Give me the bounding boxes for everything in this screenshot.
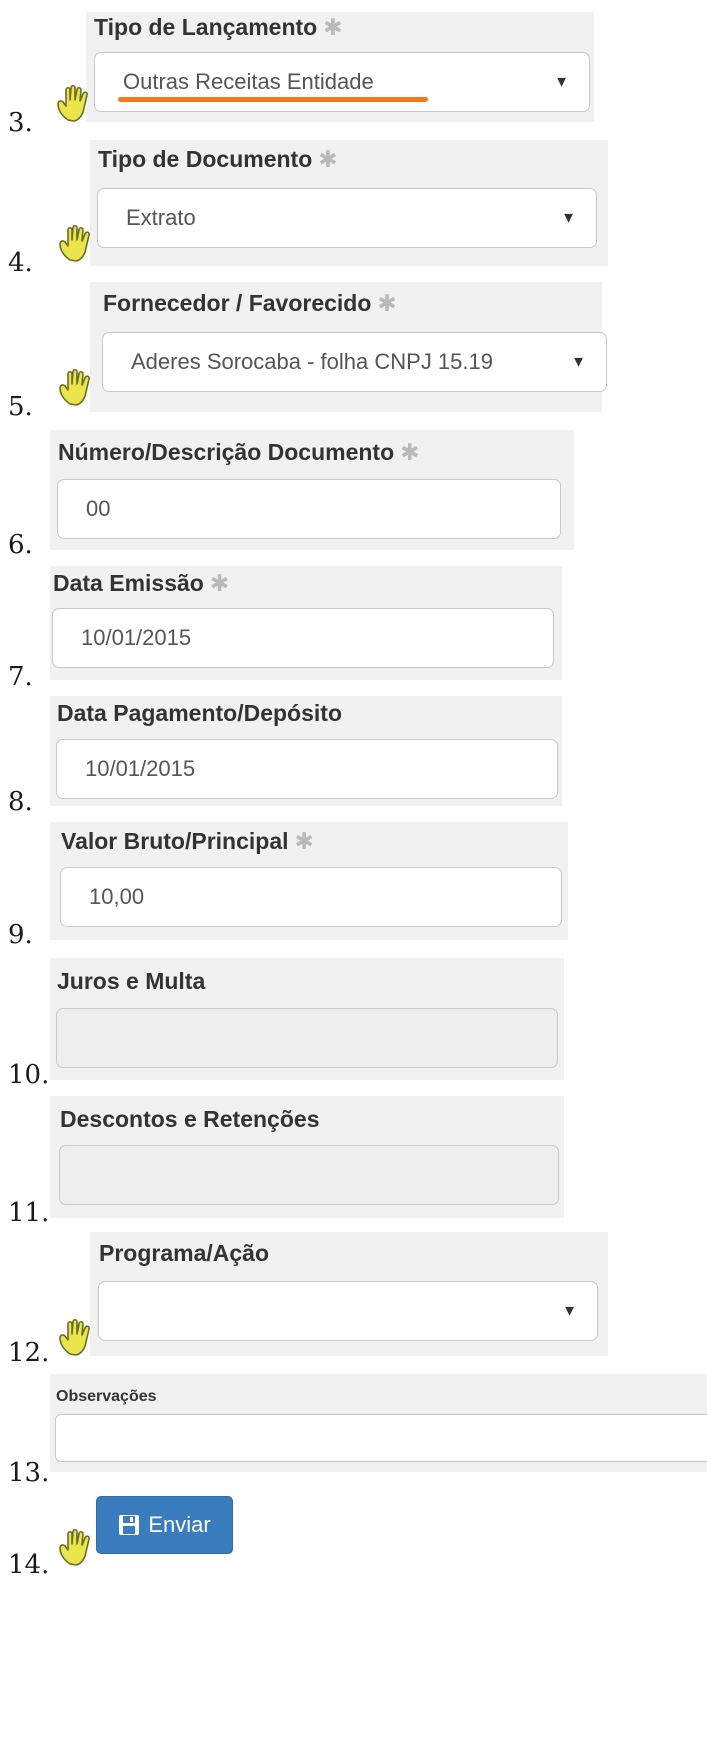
observacoes-label: Observações — [56, 1388, 157, 1405]
hand-pointer-icon — [59, 1528, 90, 1566]
step-number: 13. — [8, 1458, 50, 1488]
data-emissao-input[interactable]: 10/01/2015 — [52, 608, 554, 668]
enviar-button[interactable]: Enviar — [96, 1496, 233, 1554]
chevron-down-icon: ▼ — [562, 1302, 577, 1320]
observacoes-input[interactable] — [55, 1414, 707, 1462]
step-number: 8. — [8, 787, 33, 817]
fornecedor-label: Fornecedor / Favorecido ✱ — [103, 290, 397, 316]
highlight-underline — [118, 97, 428, 102]
step-number: 11. — [8, 1198, 50, 1228]
enviar-label: Enviar — [148, 1512, 211, 1537]
tipo-documento-value: Extrato — [126, 205, 196, 230]
chevron-down-icon: ▼ — [571, 353, 586, 371]
hand-pointer-icon — [59, 224, 90, 262]
required-icon: ✱ — [323, 14, 343, 40]
descontos-input — [59, 1145, 559, 1205]
step-number: 3. — [8, 108, 33, 138]
required-icon: ✱ — [400, 439, 420, 465]
tipo-lancamento-label: Tipo de Lançamento ✱ — [94, 14, 343, 40]
tipo-lancamento-value: Outras Receitas Entidade — [123, 69, 374, 94]
save-icon — [119, 1515, 140, 1535]
juros-multa-input — [56, 1008, 558, 1068]
fornecedor-select[interactable]: Aderes Sorocaba - folha CNPJ 15.19 ▼ — [102, 332, 607, 392]
required-icon: ✱ — [318, 146, 338, 172]
data-emissao-value: 10/01/2015 — [81, 625, 192, 650]
chevron-down-icon: ▼ — [554, 73, 569, 91]
hand-pointer-icon — [59, 368, 90, 406]
step-number: 7. — [8, 662, 33, 692]
tipo-documento-select[interactable]: Extrato ▼ — [97, 188, 597, 248]
step-number: 12. — [8, 1338, 50, 1368]
valor-bruto-input[interactable]: 10,00 — [60, 867, 562, 927]
required-icon: ✱ — [377, 290, 397, 316]
step-number: 10. — [8, 1060, 50, 1090]
programa-acao-select[interactable]: ▼ — [98, 1281, 598, 1341]
tipo-lancamento-select[interactable]: Outras Receitas Entidade ▼ — [94, 52, 590, 112]
step-number: 9. — [8, 920, 33, 950]
data-pagamento-label: Data Pagamento/Depósito — [57, 700, 342, 726]
descontos-label: Descontos e Retenções — [60, 1106, 320, 1132]
hand-pointer-icon — [59, 1318, 90, 1356]
data-pagamento-input[interactable]: 10/01/2015 — [56, 739, 558, 799]
required-icon: ✱ — [294, 828, 314, 854]
numero-documento-label: Número/Descrição Documento ✱ — [58, 439, 420, 465]
chevron-down-icon: ▼ — [561, 209, 576, 227]
data-emissao-label: Data Emissão ✱ — [53, 570, 230, 596]
step-number: 5. — [8, 392, 33, 422]
hand-pointer-icon — [57, 84, 88, 122]
valor-bruto-label: Valor Bruto/Principal ✱ — [61, 828, 314, 854]
data-pagamento-value: 10/01/2015 — [85, 756, 196, 781]
step-number: 4. — [8, 248, 33, 278]
step-number: 6. — [8, 530, 33, 560]
tipo-documento-label: Tipo de Documento ✱ — [98, 146, 338, 172]
numero-documento-input[interactable]: 00 — [57, 479, 561, 539]
valor-bruto-value: 10,00 — [89, 884, 145, 909]
fornecedor-value: Aderes Sorocaba - folha CNPJ 15.19 — [131, 349, 493, 374]
required-icon: ✱ — [209, 570, 230, 596]
juros-multa-label: Juros e Multa — [57, 968, 206, 994]
programa-acao-label: Programa/Ação — [99, 1240, 270, 1266]
numero-documento-value: 00 — [86, 496, 111, 521]
step-number: 14. — [8, 1550, 50, 1580]
